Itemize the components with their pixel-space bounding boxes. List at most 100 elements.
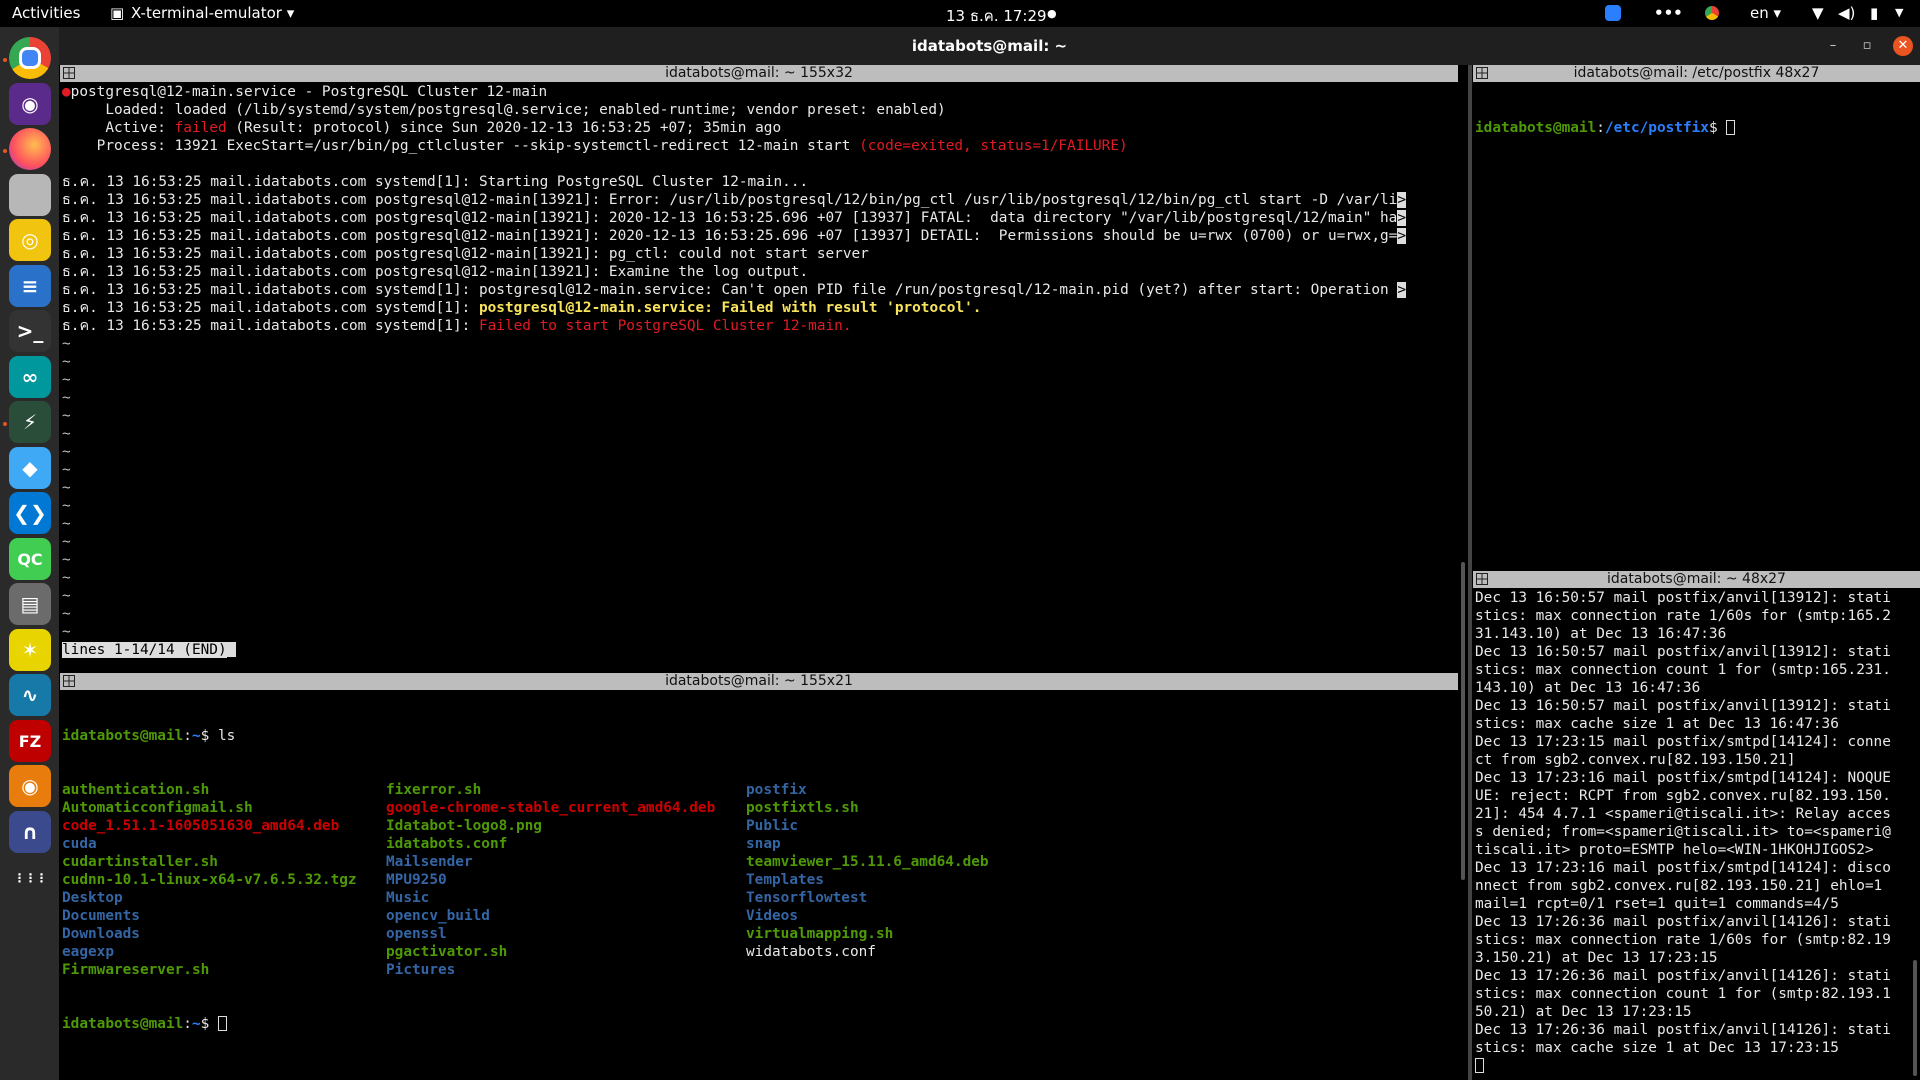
text-cursor: [226, 642, 236, 657]
file-entry: fixerror.sh: [386, 782, 482, 798]
language-selector[interactable]: en ▾: [1750, 4, 1781, 22]
file-entry: Public: [746, 818, 798, 834]
terminal-pane-bottom-left[interactable]: idatabots@mail: ~ 155x21 idatabots@mail:…: [60, 673, 1458, 1080]
scrollbar[interactable]: [1913, 960, 1917, 1076]
running-indicator: [3, 58, 7, 62]
wireshark-icon[interactable]: ∿: [9, 674, 51, 716]
tilde-line: ~: [62, 516, 71, 532]
window-title: idatabots@mail: ~: [911, 37, 1068, 55]
file-entry: cuda: [62, 836, 97, 852]
log-line: Dec 13 16:50:57 mail postfix/anvil[13912…: [1475, 644, 1891, 660]
tilde-line: ~: [62, 606, 71, 622]
terminal-output[interactable]: Dec 13 16:50:57 mail postfix/anvil[13912…: [1475, 589, 1920, 1080]
output-line: Process: 13921 ExecStart=/usr/bin/pg_ctl…: [62, 138, 1128, 154]
tilde-line: ~: [62, 408, 71, 424]
output-line: ธ.ค. 13 16:53:25 mail.idatabots.com post…: [62, 246, 869, 262]
terminal-output[interactable]: ●postgresql@12-main.service - PostgreSQL…: [62, 83, 1458, 664]
log-line: Dec 13 17:23:16 mail postfix/smtpd[14124…: [1475, 770, 1891, 786]
blue-app-icon[interactable]: ◆: [9, 447, 51, 489]
wifi-icon[interactable]: ▼: [1812, 4, 1824, 22]
more-tray-icon[interactable]: •••: [1654, 4, 1683, 22]
terminal-output[interactable]: idatabots@mail:~$ ls authentication.sh Au…: [62, 691, 1458, 1080]
headphones-icon[interactable]: ∩: [9, 811, 51, 853]
file-entry: openssl: [386, 926, 447, 942]
battery-icon[interactable]: ▮: [1870, 4, 1878, 22]
app-menu[interactable]: X-terminal-emulator ▾: [131, 4, 294, 22]
writer-icon[interactable]: ≡: [9, 265, 51, 307]
qc-icon[interactable]: QC: [9, 538, 51, 580]
log-line: stics: max cache size 1 at Dec 13 16:47:…: [1475, 716, 1839, 732]
pane-header[interactable]: idatabots@mail: /etc/postfix 48x27: [1473, 65, 1920, 82]
file-entry: Downloads: [62, 926, 140, 942]
file-entry: Videos: [746, 908, 798, 924]
pane-divider[interactable]: [1468, 65, 1472, 1080]
filezilla-icon[interactable]: FZ: [9, 720, 51, 762]
ls-listing: authentication.sh Automaticconfigmail.sh c…: [62, 781, 1458, 979]
output-line: Loaded: loaded (/lib/systemd/system/post…: [62, 102, 946, 118]
pane-title: idatabots@mail: /etc/postfix 48x27: [1573, 65, 1820, 81]
close-button[interactable]: ✕: [1893, 36, 1913, 56]
output-line: ธ.ค. 13 16:53:25 mail.idatabots.com syst…: [62, 300, 982, 316]
tilde-line: ~: [62, 498, 71, 514]
pane-title: idatabots@mail: ~ 155x32: [665, 65, 853, 81]
terminal-pane-top-left[interactable]: idatabots@mail: ~ 155x32 ●postgresql@12-…: [60, 65, 1458, 664]
output-line: ●postgresql@12-main.service - PostgreSQL…: [62, 84, 548, 100]
minimize-button[interactable]: –: [1823, 36, 1843, 56]
activities-button[interactable]: Activities: [12, 4, 80, 22]
arduino-icon[interactable]: ∞: [9, 356, 51, 398]
yellow-app-icon[interactable]: ✶: [9, 629, 51, 671]
chrome-icon[interactable]: [9, 37, 51, 79]
maximize-button[interactable]: ▫: [1857, 36, 1877, 56]
clock[interactable]: 13 ธ.ค. 17:29: [946, 4, 1047, 28]
terminal-pane-bottom-right[interactable]: idatabots@mail: ~ 48x27 Dec 13 16:50:57 …: [1473, 571, 1920, 1080]
rhythmbox-icon[interactable]: ◎: [9, 219, 51, 261]
terminal-output[interactable]: idatabots@mail:/etc/postfix$: [1475, 83, 1920, 569]
firefox-icon[interactable]: [9, 128, 51, 170]
tilde-line: ~: [62, 336, 71, 352]
file-entry: Desktop: [62, 890, 123, 906]
notification-dot-icon: ●: [1047, 7, 1057, 20]
pane-menu-icon[interactable]: [63, 675, 75, 687]
output-line: ธ.ค. 13 16:53:25 mail.idatabots.com post…: [62, 210, 1406, 226]
tilde-line: ~: [62, 534, 71, 550]
prompt-line: idatabots@mail:/etc/postfix$: [1475, 119, 1920, 137]
podcast-icon[interactable]: ◉: [9, 83, 51, 125]
files-icon[interactable]: [9, 174, 51, 216]
output-line: ธ.ค. 13 16:53:25 mail.idatabots.com post…: [62, 192, 1406, 208]
file-entry: pgactivator.sh: [386, 944, 508, 960]
bolt-icon[interactable]: ⚡: [9, 401, 51, 443]
file-entry: Music: [386, 890, 430, 906]
blender-icon[interactable]: ◉: [9, 765, 51, 807]
pane-menu-icon[interactable]: [63, 67, 75, 79]
ls-column: fixerror.sh google-chrome-stable_current_…: [386, 781, 715, 979]
top-bar: Activities ▣ X-terminal-emulator ▾ 13 ธ.…: [0, 0, 1920, 27]
pane-header[interactable]: idatabots@mail: ~ 155x21: [60, 673, 1458, 690]
pane-header[interactable]: idatabots@mail: ~ 48x27: [1473, 571, 1920, 588]
prompt-path: /etc/postfix: [1604, 120, 1709, 136]
file-entry: Templates: [746, 872, 824, 888]
log-line: 143.10) at Dec 13 16:47:36: [1475, 680, 1701, 696]
terminal-pane-top-right[interactable]: idatabots@mail: /etc/postfix 48x27 idata…: [1473, 65, 1920, 569]
window-titlebar[interactable]: idatabots@mail: ~ – ▫ ✕: [59, 27, 1920, 65]
pane-menu-icon[interactable]: [1476, 573, 1488, 585]
show-apps-icon[interactable]: ⋮⋮⋮: [9, 857, 51, 899]
pane-header[interactable]: idatabots@mail: ~ 155x32: [60, 65, 1458, 82]
terminal-icon[interactable]: >_: [9, 310, 51, 352]
pane-title: idatabots@mail: ~ 48x27: [1607, 571, 1786, 587]
teamviewer-tray-icon[interactable]: [1605, 5, 1621, 21]
printer-icon[interactable]: ▤: [9, 583, 51, 625]
volume-icon[interactable]: ◀): [1838, 4, 1855, 22]
vscode-icon[interactable]: ❮❯: [9, 492, 51, 534]
pane-menu-icon[interactable]: [1476, 67, 1488, 79]
scrollbar[interactable]: [1461, 562, 1465, 880]
prompt-line: [1475, 1057, 1920, 1075]
text-cursor: [1726, 120, 1736, 135]
log-line: stics: max connection count 1 for (smtp:…: [1475, 986, 1891, 1002]
system-menu-chevron-icon[interactable]: ▼: [1895, 6, 1903, 19]
running-indicator: [3, 422, 7, 426]
chrome-tray-icon[interactable]: [1705, 6, 1719, 20]
text-cursor: [1475, 1058, 1484, 1073]
file-entry: Automaticconfigmail.sh: [62, 800, 253, 816]
prompt-line: idatabots@mail:~$: [62, 1015, 1458, 1033]
